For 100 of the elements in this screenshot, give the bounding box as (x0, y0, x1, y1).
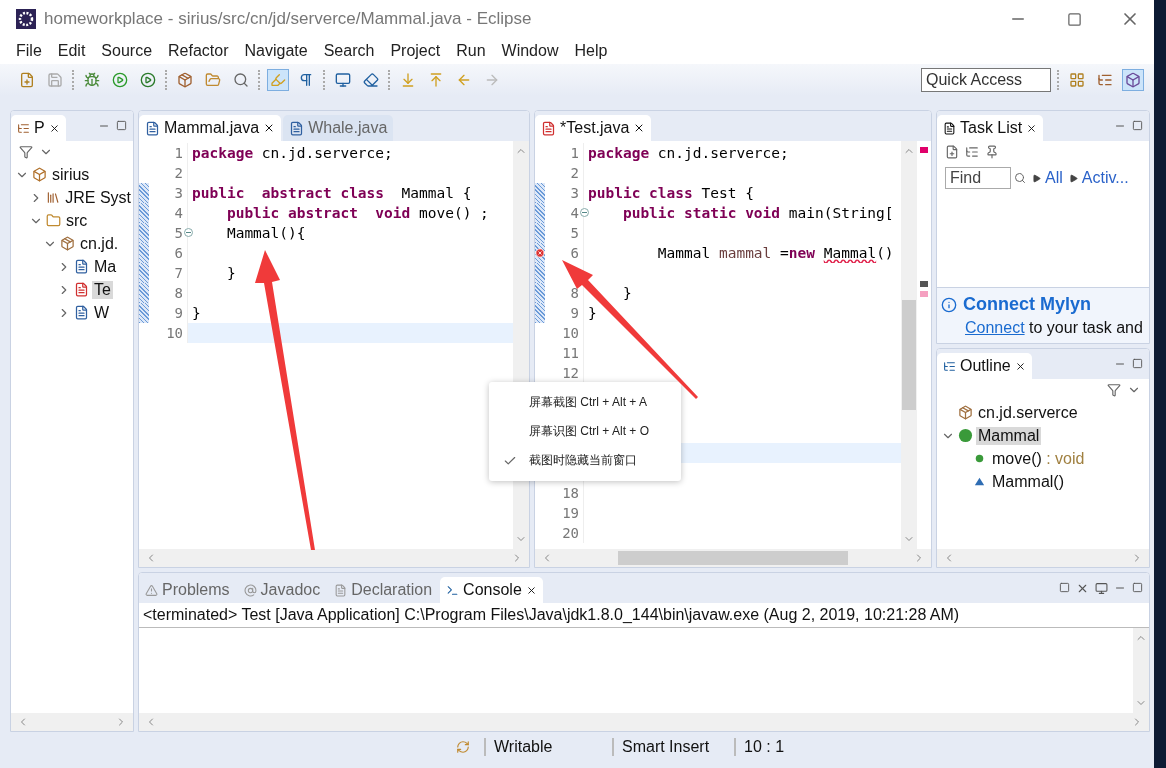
quick-access-field[interactable]: Quick Access (921, 68, 1051, 92)
connect-link[interactable]: Connect (965, 319, 1025, 336)
menu-item[interactable]: Search (323, 42, 375, 60)
menu-item[interactable]: Help (574, 42, 608, 60)
tree-item[interactable]: sirius (50, 165, 92, 184)
scroll-thumb[interactable] (617, 551, 849, 565)
horizontal-scrollbar[interactable] (535, 549, 931, 567)
view-tab[interactable]: Problems (139, 577, 236, 603)
tree-icon[interactable] (965, 145, 979, 159)
menu-item[interactable]: File (16, 42, 42, 60)
tree-item[interactable]: JRE Syst (63, 188, 133, 207)
horizontal-scrollbar[interactable] (139, 713, 1149, 731)
filter-icon[interactable] (1107, 383, 1121, 397)
overview-marker[interactable] (920, 291, 928, 297)
status-field: Writable (484, 738, 612, 756)
pin-icon[interactable] (985, 145, 999, 159)
fold-icon[interactable] (184, 228, 193, 237)
view-tab[interactable]: Outline (937, 353, 1032, 379)
editor-tab[interactable]: Whale.java (283, 115, 394, 141)
code-line: Mammal mammal =new Mammal() (656, 245, 894, 261)
code-line: } (225, 265, 236, 281)
line-number: 1 (570, 145, 579, 161)
maximize-icon[interactable] (1066, 11, 1082, 27)
overview-marker[interactable] (920, 281, 928, 287)
tree-item[interactable]: Mammal (976, 426, 1042, 445)
filter-link[interactable]: All (1045, 169, 1063, 187)
menu-item[interactable]: Source (101, 42, 153, 60)
java-file-icon (145, 120, 160, 136)
code-line: Mammal(){ (225, 225, 306, 241)
java-file-icon (74, 259, 89, 274)
menu-item[interactable]: Edit (57, 42, 86, 60)
line-number: 7 (174, 265, 183, 281)
line-number: 8 (174, 285, 183, 301)
scrollbar[interactable] (1133, 628, 1149, 713)
fold-icon[interactable] (580, 208, 589, 217)
class-icon (958, 428, 973, 443)
horizontal-scrollbar[interactable] (937, 549, 1149, 567)
view-tab[interactable]: P (11, 115, 66, 141)
document-icon (334, 583, 348, 597)
code-line: public class Test { (588, 185, 754, 201)
find-field[interactable]: Find (945, 167, 1011, 189)
horizontal-scrollbar[interactable] (139, 549, 529, 567)
console-icon (446, 583, 460, 597)
menu-item[interactable]: 屏幕识图 Ctrl + Alt + O (489, 417, 681, 446)
close-icon[interactable] (1026, 122, 1038, 134)
menu-item[interactable]: Navigate (244, 42, 308, 60)
menu-item[interactable]: 屏幕截图 Ctrl + Alt + A (489, 388, 681, 417)
at-sign-icon (243, 583, 257, 597)
line-number: 2 (174, 165, 183, 181)
scroll-thumb[interactable] (902, 300, 916, 410)
view-tab[interactable]: Javadoc (237, 577, 327, 603)
monitor-icon[interactable] (1095, 581, 1108, 595)
line-number: 1 (174, 145, 183, 161)
tree-icon (17, 121, 30, 135)
stop-icon[interactable] (1059, 581, 1070, 593)
code-line: public abstract class Mammal { (192, 185, 472, 201)
code-line: package cn.jd.serverce; (588, 145, 789, 161)
line-number: 9 (174, 305, 183, 321)
tree-item[interactable]: move() : void (990, 449, 1087, 468)
line-number: 4 (174, 205, 183, 221)
maximize-icon[interactable] (116, 120, 127, 131)
menu-item[interactable]: 截图时隐藏当前窗口 (489, 446, 681, 475)
filter-link[interactable]: Activ... (1081, 169, 1129, 187)
tree-item[interactable]: cn.jd. (78, 234, 121, 253)
java-perspective-icon[interactable] (1122, 69, 1144, 91)
java-file-icon (289, 120, 305, 136)
horizontal-scrollbar[interactable] (11, 713, 133, 731)
library-icon (46, 190, 61, 205)
tree-item[interactable]: cn.jd.serverce (976, 403, 1080, 422)
tree-icon (943, 359, 956, 373)
close-icon[interactable] (48, 122, 60, 134)
error-marker[interactable] (920, 147, 928, 153)
line-number: 9 (570, 305, 579, 321)
folder-icon (46, 213, 61, 228)
tree-item[interactable]: Mammal() (990, 472, 1066, 491)
maximize-icon[interactable] (1132, 120, 1143, 131)
editor-tab[interactable]: *Test.java (535, 115, 652, 141)
filter-icon[interactable] (19, 145, 33, 159)
close-icon[interactable] (1014, 360, 1026, 372)
editor-tab[interactable]: Mammal.java (139, 115, 282, 141)
new-task-icon[interactable] (945, 145, 959, 159)
view-tab[interactable]: Task List (937, 115, 1044, 141)
problems-icon (145, 583, 158, 597)
menu-item[interactable]: Run (456, 42, 486, 60)
package-icon (958, 405, 973, 420)
view-tab[interactable]: Declaration (328, 577, 439, 603)
tree-item[interactable]: W (92, 303, 112, 322)
menu-item[interactable]: Window (501, 42, 559, 60)
menu-item[interactable]: Refactor (168, 42, 229, 60)
maximize-icon[interactable] (1132, 581, 1143, 593)
line-number: 8 (570, 285, 579, 301)
tree-item[interactable]: src (64, 211, 90, 230)
menu-item[interactable]: Project (390, 42, 441, 60)
package-icon (60, 236, 75, 251)
tree-item[interactable]: Te (92, 280, 113, 299)
tree-item[interactable]: Ma (92, 257, 119, 276)
close-icon[interactable] (525, 584, 537, 596)
scrollbar[interactable] (901, 141, 917, 549)
view-tab[interactable]: Console (440, 577, 543, 603)
maximize-icon[interactable] (1132, 358, 1143, 369)
